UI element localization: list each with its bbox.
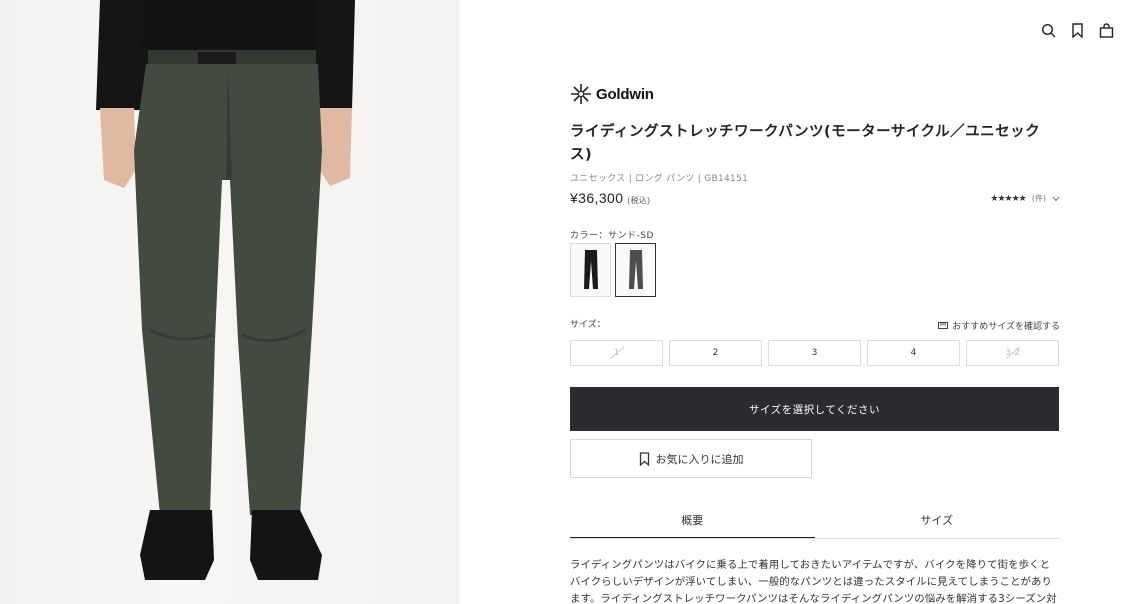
rating-stars: ★★★★★ bbox=[990, 193, 1026, 204]
color-swatches bbox=[570, 243, 656, 297]
brand-name: Goldwin bbox=[596, 85, 654, 103]
product-description: ライディングパンツはバイクに乗る上で着用しておきたいアイテムですが、バイクを降り… bbox=[570, 559, 1057, 604]
pants-thumbnail-black bbox=[583, 250, 598, 289]
add-favorite-label: お気に入りに追加 bbox=[655, 452, 744, 466]
header-icons bbox=[1040, 22, 1115, 39]
bookmark-icon bbox=[639, 451, 649, 466]
size-option-1[interactable]: 1 bbox=[570, 340, 663, 366]
size-label: サイズ： bbox=[570, 320, 606, 330]
product-meta: ユニセックス | ロング パンツ | GB14151 bbox=[570, 174, 749, 184]
product-title: ライディングストレッチワークパンツ(モーターサイクル／ユニセックス) bbox=[570, 124, 1041, 163]
size-option-2[interactable]: 2 bbox=[669, 340, 762, 366]
pants-thumbnail-gray bbox=[628, 250, 643, 289]
info-tabs: 概要 サイズ bbox=[570, 505, 1059, 539]
size-option-4[interactable]: 4 bbox=[867, 340, 960, 366]
brand-logo[interactable]: Goldwin bbox=[570, 83, 654, 105]
size-option-5[interactable]: 3-2 bbox=[966, 340, 1059, 366]
bookmark-icon[interactable] bbox=[1069, 22, 1086, 39]
ruler-icon bbox=[938, 322, 949, 329]
model-wearing-pants-image bbox=[96, 0, 355, 580]
tax-note: (税込) bbox=[627, 196, 651, 205]
product-price: ¥36,300 (税込) bbox=[570, 190, 650, 206]
size-guide-label: おすすめサイズを確認する bbox=[952, 322, 1060, 332]
goldwin-logo-icon bbox=[571, 84, 591, 104]
size-guide-link[interactable]: おすすめサイズを確認する bbox=[938, 319, 1060, 332]
tab-size[interactable]: サイズ bbox=[815, 505, 1060, 538]
tab-overview[interactable]: 概要 bbox=[570, 505, 815, 538]
rating-count: (件) bbox=[1031, 194, 1046, 203]
size-option-3[interactable]: 3 bbox=[768, 340, 861, 366]
add-favorite-button[interactable]: お気に入りに追加 bbox=[570, 439, 812, 478]
rating[interactable]: ★★★★★ (件) bbox=[990, 193, 1060, 204]
price-value: ¥36,300 bbox=[570, 190, 624, 206]
search-icon[interactable] bbox=[1040, 22, 1057, 39]
select-size-button[interactable]: サイズを選択してください bbox=[570, 387, 1059, 431]
color-swatch-gray[interactable] bbox=[615, 243, 656, 297]
chevron-down-icon bbox=[1052, 196, 1060, 201]
bag-icon[interactable] bbox=[1098, 22, 1115, 39]
product-image[interactable] bbox=[0, 0, 459, 604]
color-label: カラー：サンド-SD bbox=[570, 231, 654, 241]
size-options: 1 2 3 4 3-2 bbox=[570, 340, 1059, 366]
color-swatch-black[interactable] bbox=[570, 243, 611, 297]
